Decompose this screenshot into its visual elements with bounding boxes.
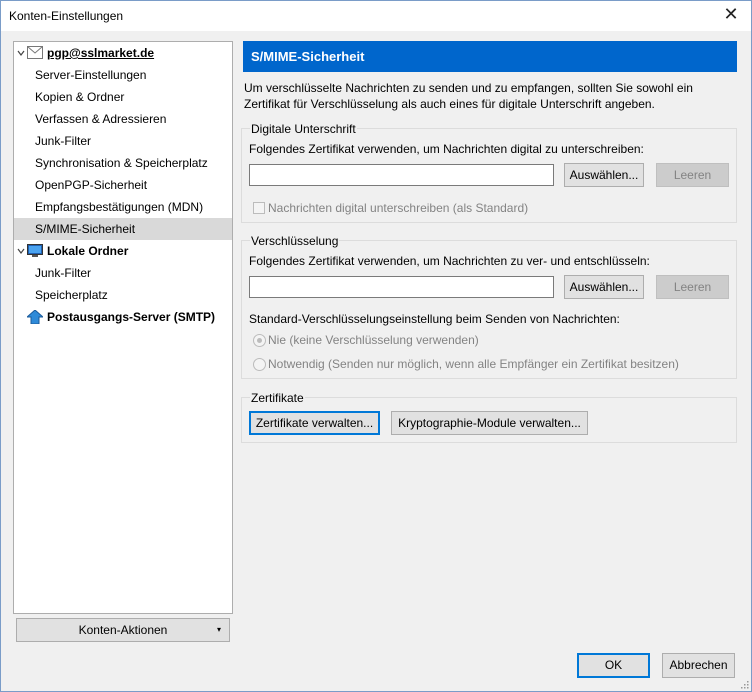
- account-actions-button[interactable]: Konten-Aktionen ▾: [16, 618, 230, 642]
- account-tree[interactable]: pgp@sslmarket.de Server-Einstellungen Ko…: [13, 41, 233, 614]
- signature-cert-label: Folgendes Zertifikat verwenden, um Nachr…: [249, 142, 644, 156]
- encryption-group-title: Verschlüsselung: [250, 234, 340, 248]
- account-settings-dialog: Konten-Einstellungen ✕ pgp@sslmarket.de …: [0, 0, 752, 692]
- account-actions-label: Konten-Aktionen: [78, 623, 168, 637]
- encryption-cert-label: Folgendes Zertifikat verwenden, um Nachr…: [249, 254, 650, 268]
- signature-group: Digitale Unterschrift Folgendes Zertifik…: [241, 122, 737, 223]
- signature-cert-field[interactable]: [249, 164, 554, 186]
- page-title: S/MIME-Sicherheit: [243, 41, 737, 72]
- computer-icon: [27, 244, 43, 257]
- radio-never-label: Nie (keine Verschlüsselung verwenden): [268, 333, 479, 347]
- envelope-icon: [27, 46, 43, 59]
- encryption-select-button[interactable]: Auswählen...: [564, 275, 644, 299]
- resize-grip-icon[interactable]: [739, 679, 749, 689]
- tree-item-copies-folders[interactable]: Kopien & Ordner: [14, 86, 232, 108]
- close-icon[interactable]: ✕: [719, 4, 743, 25]
- tree-local-folders-root[interactable]: Lokale Ordner: [14, 240, 232, 262]
- signature-clear-button[interactable]: Leeren: [656, 163, 729, 187]
- manage-certificates-button[interactable]: Zertifikate verwalten...: [249, 411, 380, 435]
- chevron-down-icon[interactable]: [17, 49, 25, 57]
- encryption-default-label: Standard-Verschlüsselungseinstellung bei…: [249, 312, 620, 326]
- tree-item-sync-storage[interactable]: Synchronisation & Speicherplatz: [14, 152, 232, 174]
- cancel-button[interactable]: Abbrechen: [662, 653, 735, 678]
- manage-crypto-modules-button[interactable]: Kryptographie-Module verwalten...: [391, 411, 588, 435]
- tree-item-local-junk-filter[interactable]: Junk-Filter: [14, 262, 232, 284]
- chevron-down-icon[interactable]: [17, 247, 25, 255]
- tree-item-local-storage[interactable]: Speicherplatz: [14, 284, 232, 306]
- encryption-clear-button[interactable]: Leeren: [656, 275, 729, 299]
- tree-item-junk-filter[interactable]: Junk-Filter: [14, 130, 232, 152]
- tree-item-smime[interactable]: S/MIME-Sicherheit: [14, 218, 232, 240]
- tree-item-composition[interactable]: Verfassen & Adressieren: [14, 108, 232, 130]
- radio-required-label: Notwendig (Senden nur möglich, wenn alle…: [268, 357, 679, 371]
- window-title: Konten-Einstellungen: [9, 9, 124, 23]
- account-name: pgp@sslmarket.de: [47, 46, 155, 60]
- encryption-group: Verschlüsselung Folgendes Zertifikat ver…: [241, 234, 737, 379]
- local-folders-name: Lokale Ordner: [47, 244, 129, 258]
- encryption-cert-field[interactable]: [249, 276, 554, 298]
- ok-button[interactable]: OK: [577, 653, 650, 678]
- signature-select-button[interactable]: Auswählen...: [564, 163, 644, 187]
- smtp-server-name: Postausgangs-Server (SMTP): [47, 310, 216, 324]
- sign-default-checkbox[interactable]: [253, 202, 265, 214]
- certificates-group: Zertifikate Zertifikate verwalten... Kry…: [241, 391, 737, 443]
- tree-account-root[interactable]: pgp@sslmarket.de: [14, 42, 232, 64]
- sign-default-label: Nachrichten digital unterschreiben (als …: [268, 201, 529, 215]
- certificates-group-title: Zertifikate: [250, 391, 305, 405]
- tree-smtp-server[interactable]: Postausgangs-Server (SMTP): [14, 306, 232, 328]
- tree-item-mdn[interactable]: Empfangsbestätigungen (MDN): [14, 196, 232, 218]
- title-bar: Konten-Einstellungen ✕: [1, 1, 751, 31]
- intro-text: Um verschlüsselte Nachrichten zu senden …: [244, 81, 693, 111]
- dropdown-arrow-icon: ▾: [216, 625, 221, 634]
- signature-group-title: Digitale Unterschrift: [250, 122, 357, 136]
- tree-item-server-settings[interactable]: Server-Einstellungen: [14, 64, 232, 86]
- tree-item-openpgp[interactable]: OpenPGP-Sicherheit: [14, 174, 232, 196]
- outgoing-server-icon: [27, 310, 43, 324]
- radio-required[interactable]: [253, 358, 266, 371]
- radio-never[interactable]: [253, 334, 266, 347]
